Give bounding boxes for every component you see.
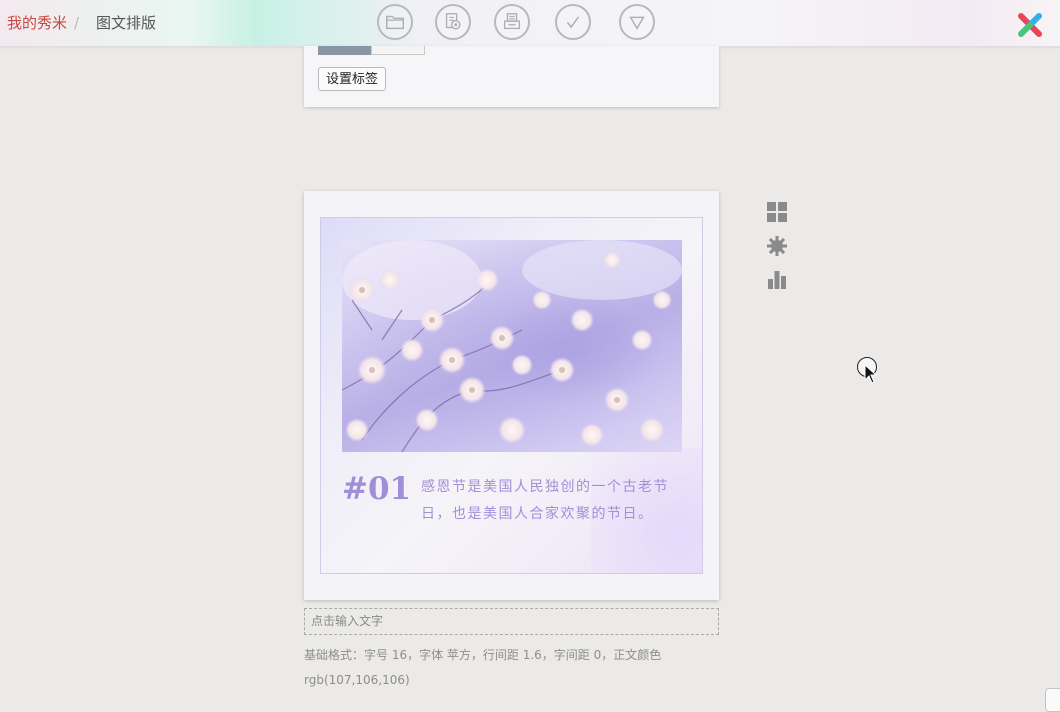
section-number: #01: [342, 471, 412, 507]
folder-icon: [386, 15, 404, 30]
flower-photo[interactable]: [342, 240, 682, 452]
breadcrumb-separator: /: [74, 14, 80, 32]
settings-button[interactable]: [766, 235, 788, 257]
settings-panel: 设置标签: [304, 46, 719, 107]
card-frame: #01 感恩节是美国人民独创的一个古老节日，也是美国人合家欢聚的节日。: [320, 217, 703, 574]
triangle-down-icon: [629, 16, 645, 30]
panel-tab[interactable]: [371, 46, 425, 55]
print-icon: [503, 13, 521, 30]
stats-button[interactable]: [766, 268, 788, 290]
flower-image: [342, 240, 682, 452]
top-bar: 我的秀米 / 图文排版: [0, 0, 1060, 47]
gear-icon: [767, 236, 787, 256]
folder-button[interactable]: [377, 4, 413, 40]
text-input-area[interactable]: 点击输入文字: [304, 608, 719, 635]
bar-chart-icon: [768, 271, 786, 289]
dropdown-button[interactable]: [619, 4, 655, 40]
app-logo-icon: [1018, 13, 1042, 37]
preview-icon: [445, 13, 461, 30]
set-tags-button[interactable]: 设置标签: [318, 67, 387, 91]
check-button[interactable]: [555, 4, 591, 40]
panel-tab-active[interactable]: [318, 46, 371, 55]
print-button[interactable]: [494, 4, 530, 40]
content-card[interactable]: #01 感恩节是美国人民独创的一个古老节日，也是美国人合家欢聚的节日。: [304, 191, 719, 600]
grid-icon: [767, 202, 787, 222]
check-icon: [566, 16, 580, 29]
preview-button[interactable]: [435, 4, 471, 40]
layout-grid-button[interactable]: [766, 201, 788, 223]
corner-help-button[interactable]: [1045, 688, 1060, 712]
breadcrumb-home-link[interactable]: 我的秀米: [7, 14, 67, 32]
card-body-text: 感恩节是美国人民独创的一个古老节日，也是美国人合家欢聚的节日。: [421, 479, 669, 522]
breadcrumb-current: 图文排版: [96, 14, 157, 32]
format-note: 基础格式：字号 16，字体 苹方，行间距 1.6，字间距 0，正文颜色 rgb(…: [304, 648, 662, 687]
mouse-cursor-icon: [864, 364, 878, 384]
